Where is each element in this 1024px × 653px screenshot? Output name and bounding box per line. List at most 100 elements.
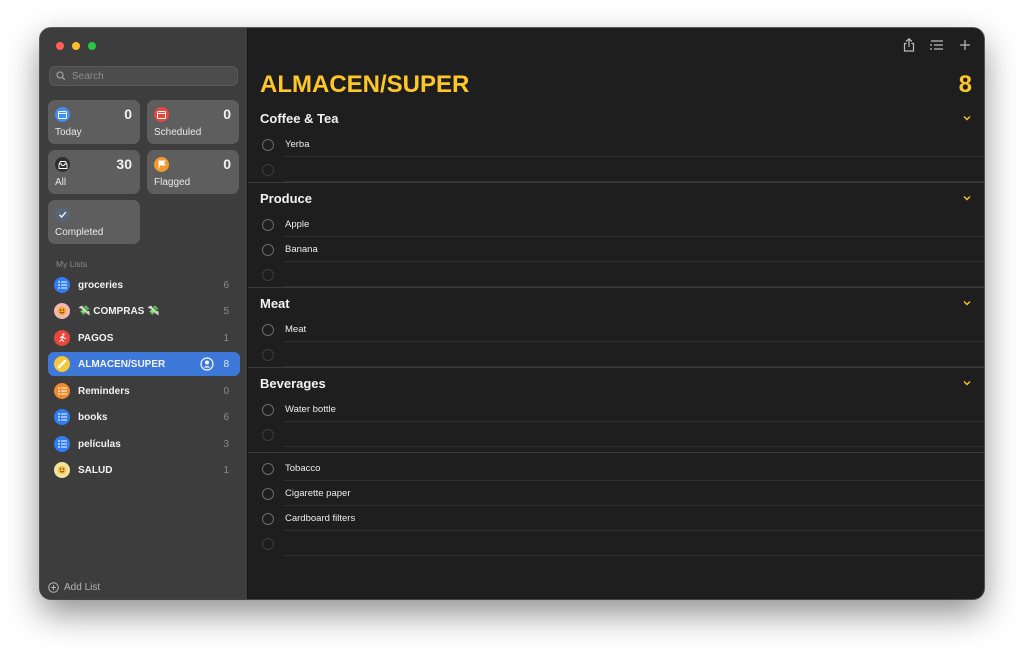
add-reminder-button[interactable] [956,36,974,54]
reminder-title[interactable]: Banana [285,244,318,255]
sidebar-item-count: 6 [223,411,229,423]
add-list-label: Add List [64,582,101,593]
section-meat: Meat Meat [248,289,984,367]
reminder-row[interactable]: Meat [248,317,984,342]
sidebar-item-pagos[interactable]: PAGOS 1 [48,326,240,350]
sidebar-item-count: 3 [223,438,229,450]
sidebar-item-groceries[interactable]: groceries 6 [48,273,240,297]
search-input[interactable] [70,69,234,83]
section-ungrouped: Tobacco Cigarette paper Cardboard filter… [248,454,984,556]
reminder-title[interactable]: Apple [285,219,309,230]
calendar-today-icon [55,107,70,122]
reminder-row[interactable]: Banana [248,237,984,262]
reminder-row[interactable]: Water bottle [248,397,984,422]
close-window-button[interactable] [56,42,64,50]
smart-list-all[interactable]: 30 All [48,150,140,194]
section-header[interactable]: Produce [248,184,984,212]
completion-checkbox[interactable] [262,403,274,416]
share-icon [903,38,915,52]
smart-list-today[interactable]: 0 Today [48,100,140,144]
completion-checkbox[interactable] [262,323,274,336]
reminder-title[interactable]: Meat [285,324,306,335]
sidebar-item-label: 💸 COMPRAS 💸 [78,305,160,317]
reminder-row[interactable]: Yerba [248,132,984,157]
search-field[interactable] [49,66,238,86]
new-reminder-row[interactable] [248,262,984,287]
section-header[interactable]: Meat [248,289,984,317]
new-reminder-row[interactable] [248,422,984,447]
sidebar-item-label: PAGOS [78,332,114,344]
running-figure-icon [54,330,70,346]
new-reminder-row[interactable] [248,531,984,556]
flag-icon [154,157,169,172]
tray-icon [55,157,70,172]
window-controls [56,42,96,50]
sidebar-item-count: 6 [223,279,229,291]
chevron-down-icon[interactable] [962,113,972,123]
baguette-icon [54,356,70,372]
add-list-button[interactable]: Add List [48,582,100,593]
minimize-window-button[interactable] [72,42,80,50]
new-reminder-row[interactable] [248,157,984,182]
reminder-title[interactable]: Water bottle [285,404,336,415]
reminder-row[interactable]: Cardboard filters [248,506,984,531]
reminder-title[interactable]: Tobacco [285,463,320,474]
sidebar-item-count: 1 [223,464,229,476]
sidebar-item-label: Reminders [78,385,130,397]
section-title: Meat [260,295,290,311]
scheduled-count: 0 [223,106,231,122]
sidebar-item-peliculas[interactable]: películas 3 [48,432,240,456]
flagged-count: 0 [223,156,231,172]
my-lists-header: My Lists [56,259,88,269]
sidebar-item-salud[interactable]: SALUD 1 [48,458,240,482]
section-title: Beverages [260,375,326,391]
share-button[interactable] [900,36,918,54]
sidebar-item-label: ALMACEN/SUPER [78,358,166,370]
completion-checkbox[interactable] [262,512,274,525]
smart-list-completed[interactable]: Completed [48,200,140,244]
sidebar-item-count: 1 [223,332,229,344]
chevron-down-icon[interactable] [962,378,972,388]
face-emoji-icon [54,303,70,319]
empty-checkbox[interactable] [262,163,274,176]
sidebar-item-reminders[interactable]: Reminders 0 [48,379,240,403]
section-header[interactable]: Coffee & Tea [248,104,984,132]
reminder-title[interactable]: Cardboard filters [285,513,355,524]
reminder-row[interactable]: Apple [248,212,984,237]
completion-checkbox[interactable] [262,243,274,256]
smart-list-scheduled[interactable]: 0 Scheduled [147,100,239,144]
sidebar-item-label: books [78,411,108,423]
completion-checkbox[interactable] [262,487,274,500]
empty-checkbox[interactable] [262,348,274,361]
sidebar-item-books[interactable]: books 6 [48,405,240,429]
plus-circle-icon [48,582,59,593]
empty-checkbox[interactable] [262,428,274,441]
maximize-window-button[interactable] [88,42,96,50]
plus-icon [960,40,970,50]
sidebar-item-almacen-super[interactable]: ALMACEN/SUPER 8 [48,352,240,376]
list-bullet-icon [54,409,70,425]
reminder-title[interactable]: Yerba [285,139,309,150]
empty-checkbox[interactable] [262,537,274,550]
completion-checkbox[interactable] [262,138,274,151]
reminder-title[interactable]: Cigarette paper [285,488,350,499]
chevron-down-icon[interactable] [962,193,972,203]
section-divider [248,452,984,453]
new-reminder-row[interactable] [248,342,984,367]
section-header[interactable]: Beverages [248,369,984,397]
list-options-icon [930,40,943,50]
reminder-row[interactable]: Cigarette paper [248,481,984,506]
smart-list-flagged[interactable]: 0 Flagged [147,150,239,194]
chevron-down-icon[interactable] [962,298,972,308]
empty-checkbox[interactable] [262,268,274,281]
sidebar-item-compras[interactable]: 💸 COMPRAS 💸 5 [48,299,240,323]
completion-checkbox[interactable] [262,218,274,231]
section-coffee-tea: Coffee & Tea Yerba [248,104,984,182]
list-title: ALMACEN/SUPER [260,71,470,98]
completion-checkbox[interactable] [262,462,274,475]
view-options-button[interactable] [928,36,946,54]
reminder-row[interactable]: Tobacco [248,456,984,481]
scheduled-label: Scheduled [154,127,202,138]
sidebar-item-label: groceries [78,279,124,291]
sidebar-item-label: películas [78,438,121,450]
